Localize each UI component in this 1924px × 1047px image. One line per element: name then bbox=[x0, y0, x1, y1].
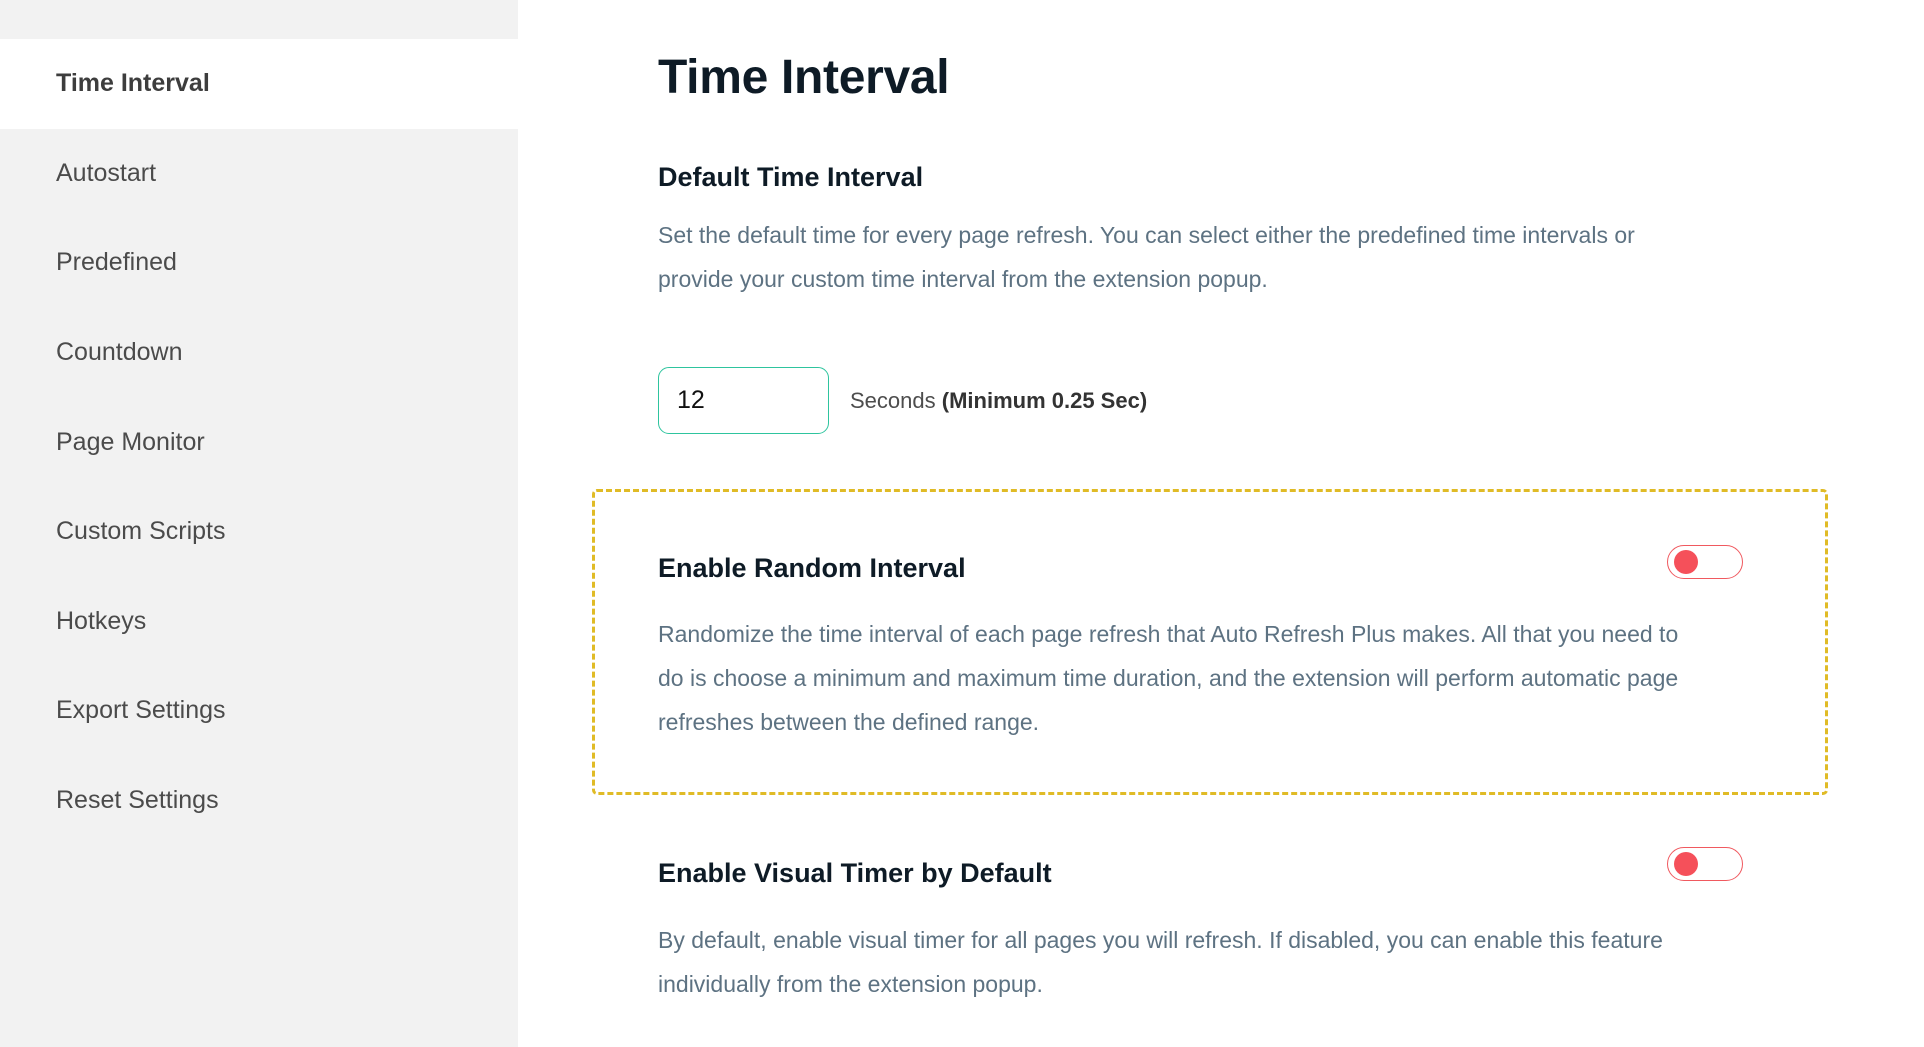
visual-timer-description: By default, enable visual timer for all … bbox=[658, 927, 1663, 997]
sidebar-item-custom-scripts[interactable]: Custom Scripts bbox=[0, 487, 518, 577]
toggle-knob bbox=[1674, 852, 1698, 876]
sidebar-item-reset-settings[interactable]: Reset Settings bbox=[0, 756, 518, 846]
visual-timer-heading: Enable Visual Timer by Default bbox=[658, 858, 1052, 888]
sidebar-nav: Time Interval Autostart Predefined Count… bbox=[0, 39, 518, 845]
default-interval-section: Default Time Interval Set the default ti… bbox=[658, 162, 1688, 301]
sidebar-item-export-settings[interactable]: Export Settings bbox=[0, 666, 518, 756]
minimum-note: (Minimum 0.25 Sec) bbox=[941, 387, 1148, 413]
visual-timer-toggle[interactable] bbox=[1667, 847, 1743, 881]
sidebar: Time Interval Autostart Predefined Count… bbox=[0, 0, 518, 1047]
page-title: Time Interval bbox=[658, 51, 950, 104]
sidebar-item-autostart[interactable]: Autostart bbox=[0, 129, 518, 219]
interval-seconds-input[interactable] bbox=[658, 367, 829, 434]
random-interval-description: Randomize the time interval of each page… bbox=[658, 621, 1679, 735]
interval-unit-label: Seconds (Minimum 0.25 Sec) bbox=[850, 388, 1147, 414]
sidebar-item-time-interval[interactable]: Time Interval bbox=[0, 39, 518, 129]
random-interval-heading: Enable Random Interval bbox=[658, 553, 966, 583]
sidebar-item-hotkeys[interactable]: Hotkeys bbox=[0, 577, 518, 667]
toggle-knob bbox=[1674, 550, 1698, 574]
interval-input-row: Seconds (Minimum 0.25 Sec) bbox=[658, 367, 1147, 434]
default-interval-heading: Default Time Interval bbox=[658, 162, 924, 192]
sidebar-item-predefined[interactable]: Predefined bbox=[0, 218, 518, 308]
random-interval-toggle[interactable] bbox=[1667, 545, 1743, 579]
default-interval-description: Set the default time for every page refr… bbox=[658, 222, 1635, 292]
sidebar-item-page-monitor[interactable]: Page Monitor bbox=[0, 397, 518, 487]
sidebar-item-countdown[interactable]: Countdown bbox=[0, 308, 518, 398]
unit-text: Seconds bbox=[850, 387, 936, 413]
options-page: Time Interval Autostart Predefined Count… bbox=[0, 0, 1924, 1047]
